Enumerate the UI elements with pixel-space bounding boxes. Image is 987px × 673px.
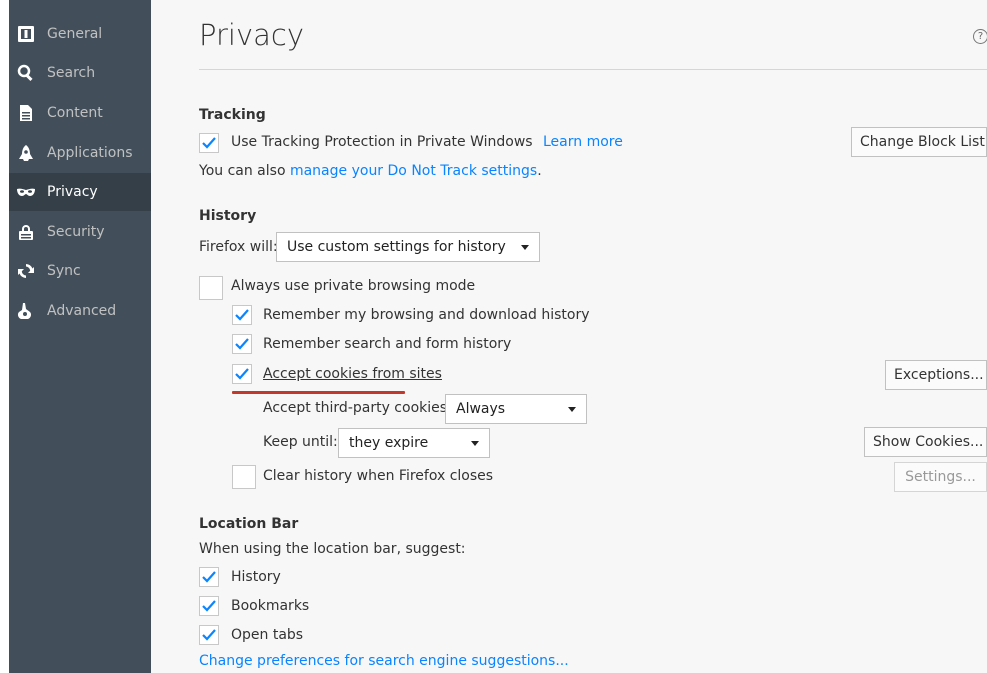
sidebar-item-advanced[interactable]: Advanced [9,292,151,330]
sidebar: General Search Content Applications Priv… [9,0,151,673]
sidebar-item-general[interactable]: General [9,15,151,53]
third-party-value: Always [456,401,506,417]
page-title: Privacy [199,18,304,52]
third-party-label: Accept third-party cookies: [263,400,452,416]
checkmark-icon [202,137,216,149]
location-bar-heading: Location Bar [199,516,299,532]
accept-cookies-checkbox[interactable] [232,364,252,384]
sidebar-item-label: Security [47,224,105,240]
do-not-track-link[interactable]: manage your Do Not Track settings [290,163,537,179]
remember-browsing-label: Remember my browsing and download histor… [263,307,590,323]
tracking-protection-checkbox[interactable] [199,133,219,153]
sidebar-item-sync[interactable]: Sync [9,252,151,290]
privacy-mask-icon [16,182,36,202]
sidebar-item-privacy[interactable]: Privacy [9,173,151,211]
applications-icon [16,143,36,163]
always-private-label: Always use private browsing mode [231,278,476,294]
tracking-heading: Tracking [199,107,266,123]
open-tabs-suggest-checkbox[interactable] [199,625,219,645]
settings-button[interactable]: Settings... [894,462,987,492]
content-icon [16,103,36,123]
sidebar-item-label: Search [47,65,96,81]
dnt-prefix: You can also [199,163,290,179]
sidebar-item-applications[interactable]: Applications [9,134,151,172]
checkmark-icon [235,368,249,380]
change-block-list-button[interactable]: Change Block List [851,127,987,157]
clear-history-checkbox[interactable] [232,465,256,489]
clear-history-label: Clear history when Firefox closes [263,468,494,484]
keep-until-value: they expire [349,435,429,451]
firefox-will-label: Firefox will: [199,239,278,255]
history-suggest-label: History [231,569,281,585]
exceptions-button[interactable]: Exceptions... [885,360,987,390]
tracking-protection-label: Use Tracking Protection in Private Windo… [231,134,533,150]
security-icon [16,222,36,242]
checkmark-icon [202,600,216,612]
remember-browsing-checkbox[interactable] [232,305,252,325]
advanced-icon [16,301,36,321]
sidebar-item-content[interactable]: Content [9,94,151,132]
always-private-checkbox[interactable] [199,276,223,300]
remember-search-label: Remember search and form history [263,336,512,352]
learn-more-link[interactable]: Learn more [543,134,623,150]
keep-until-label: Keep until: [263,434,338,450]
search-engine-prefs-link[interactable]: Change preferences for search engine sug… [199,653,569,669]
chevron-down-icon [471,441,479,446]
accept-cookies-label: Accept cookies from sites [263,366,442,382]
history-suggest-checkbox[interactable] [199,567,219,587]
sidebar-item-label: Applications [47,145,133,161]
third-party-select[interactable]: Always [445,394,587,424]
history-mode-select[interactable]: Use custom settings for history [276,232,540,262]
sidebar-item-label: Sync [47,263,81,279]
help-icon[interactable]: ? [973,29,987,44]
checkmark-icon [202,629,216,641]
dnt-text: You can also manage your Do Not Track se… [199,163,542,179]
bookmarks-suggest-checkbox[interactable] [199,596,219,616]
show-cookies-button[interactable]: Show Cookies... [864,427,987,457]
suggest-label: When using the location bar, suggest: [199,541,466,557]
bookmarks-suggest-label: Bookmarks [231,598,310,614]
sidebar-item-label: General [47,26,103,42]
keep-until-select[interactable]: they expire [338,428,490,458]
history-mode-value: Use custom settings for history [287,239,506,255]
sidebar-item-security[interactable]: Security [9,213,151,251]
dnt-suffix: . [537,163,542,179]
history-heading: History [199,208,257,224]
privacy-pane: Privacy ? Tracking Use Tracking Protecti… [151,0,987,673]
title-divider [199,69,987,70]
search-icon [16,63,36,83]
chevron-down-icon [521,245,529,250]
remember-search-checkbox[interactable] [232,334,252,354]
open-tabs-suggest-label: Open tabs [231,627,304,643]
checkmark-icon [235,309,249,321]
checkmark-icon [202,571,216,583]
sidebar-item-label: Content [47,105,103,121]
window-edge [0,0,9,673]
sync-icon [16,261,36,281]
general-icon [16,24,36,44]
chevron-down-icon [568,407,576,412]
highlight-underline [232,391,405,394]
sidebar-item-label: Advanced [47,303,117,319]
sidebar-item-label: Privacy [47,184,98,200]
checkmark-icon [235,338,249,350]
sidebar-item-search[interactable]: Search [9,54,151,92]
